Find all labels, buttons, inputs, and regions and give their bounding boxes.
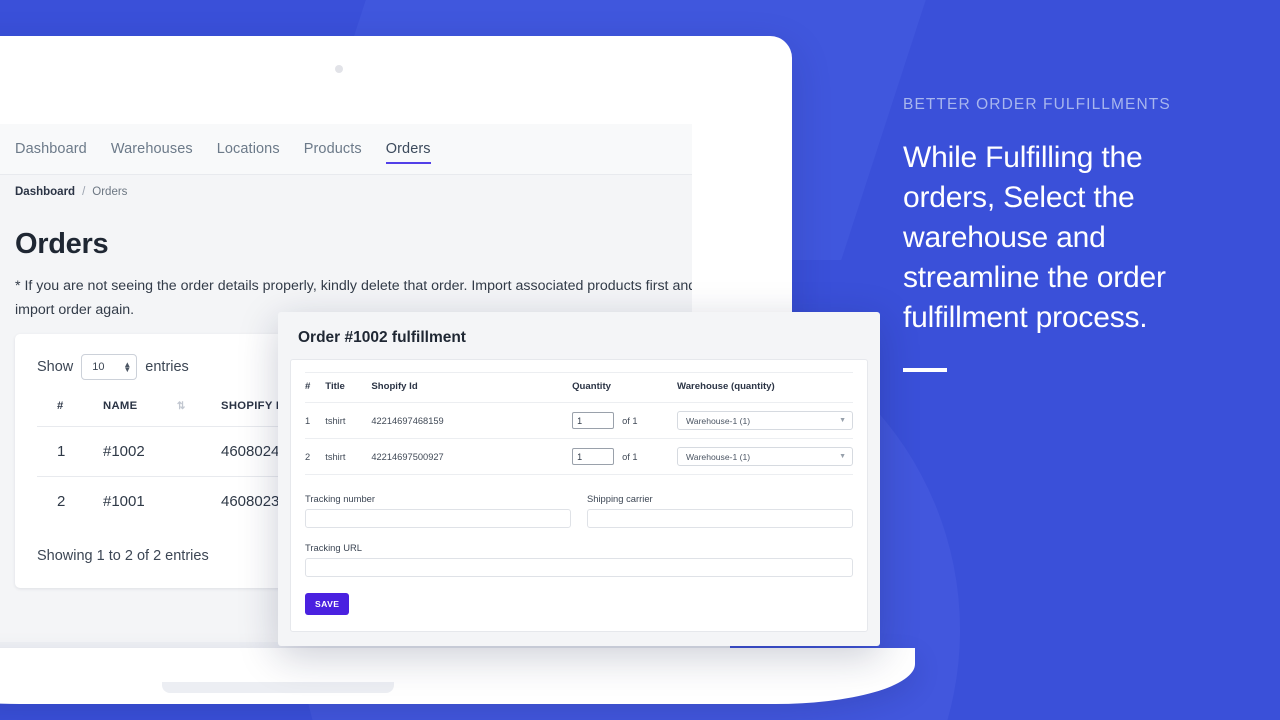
tracking-number-input[interactable] [305,509,571,528]
nav-item-products[interactable]: Products [304,124,362,174]
item-index: 2 [305,438,326,475]
promo-panel: BETTER ORDER FULFILLMENTS While Fulfilli… [903,96,1233,372]
quantity-input[interactable]: 1 [572,412,615,429]
warehouse-select[interactable]: Warehouse-1 (1) ▼ [677,447,853,466]
laptop-base [0,648,915,704]
fulfillment-column-index: # [305,372,326,403]
warehouse-select-value: Warehouse-1 (1) [686,451,751,462]
item-warehouse-cell: Warehouse-1 (1) ▼ [677,438,853,475]
fulfillment-column-warehouse: Warehouse (quantity) [677,372,853,403]
breadcrumb: Dashboard / Orders [15,186,127,198]
item-shopify-id: 42214697468159 [371,402,573,439]
item-shopify-id: 42214697500927 [371,438,573,475]
fulfillment-column-quantity: Quantity [572,372,677,403]
item-title: tshirt [325,402,372,439]
chevron-down-icon: ▼ [839,453,846,460]
item-warehouse-cell: Warehouse-1 (1) ▼ [677,402,853,439]
cell-name: #1002 [103,426,221,477]
nav-item-locations[interactable]: Locations [217,124,280,174]
promo-eyebrow: BETTER ORDER FULFILLMENTS [903,96,1171,113]
nav-item-warehouses[interactable]: Warehouses [111,124,193,174]
browser-chrome-area [0,88,692,124]
chevron-updown-icon: ▲ ▼ [123,360,132,374]
cell-index: 1 [37,426,103,477]
column-header-name-label: NAME [103,400,138,412]
fulfillment-item-row: 2 tshirt 42214697500927 1 of 1 Warehouse… [305,438,853,475]
laptop-trackpad-notch [162,682,394,693]
quantity-of-label: of 1 [622,451,638,462]
modal-body: # Title Shopify Id Quantity Warehouse (q… [290,359,868,632]
fulfillment-header-row: # Title Shopify Id Quantity Warehouse (q… [305,372,853,403]
warehouse-select-value: Warehouse-1 (1) [686,415,751,426]
modal-title: Order #1002 fulfillment [298,329,466,346]
tracking-url-group: Tracking URL [305,542,853,577]
shipping-carrier-input[interactable] [587,509,853,528]
fulfillment-modal: Order #1002 fulfillment # Title Shopify … [278,312,880,646]
show-label: Show [37,359,74,375]
app-navbar: Dashboard Warehouses Locations Products … [0,124,692,175]
item-title: tshirt [325,438,372,475]
fulfillment-column-shopify-id: Shopify Id [371,372,573,403]
tracking-url-input[interactable] [305,558,853,577]
tracking-number-group: Tracking number [305,493,571,528]
nav-item-dashboard[interactable]: Dashboard [15,124,87,174]
page-size-value: 10 [92,361,105,373]
quantity-of-label: of 1 [622,415,638,426]
breadcrumb-home-link[interactable]: Dashboard [15,186,75,198]
item-quantity-cell: 1 of 1 [572,402,677,439]
promo-headline: While Fulfilling the orders, Select the … [903,141,1166,334]
fulfillment-column-title: Title [325,372,372,403]
fulfillment-items-table: # Title Shopify Id Quantity Warehouse (q… [305,372,853,475]
cell-name: #1001 [103,476,221,526]
tracking-url-label: Tracking URL [305,542,362,553]
item-index: 1 [305,402,326,439]
webcam-icon [335,65,343,73]
nav-item-orders[interactable]: Orders [385,124,431,174]
tracking-fields-row: Tracking number Shipping carrier [305,493,853,528]
sort-arrows-icon[interactable]: ⇅ [177,401,186,412]
promo-accent-rule [903,368,947,372]
tracking-number-label: Tracking number [305,493,375,504]
quantity-input[interactable]: 1 [572,448,615,465]
shipping-carrier-group: Shipping carrier [587,493,853,528]
page-title: Orders [15,228,109,260]
page-size-select[interactable]: 10 ▲ ▼ [81,354,138,380]
item-quantity-cell: 1 of 1 [572,438,677,475]
column-header-index: # [57,400,64,412]
save-button[interactable]: SAVE [305,593,350,615]
shipping-carrier-label: Shipping carrier [587,493,653,504]
chevron-down-icon: ▼ [839,417,846,424]
breadcrumb-separator: / [82,186,86,198]
fulfillment-item-row: 1 tshirt 42214697468159 1 of 1 Warehouse… [305,402,853,439]
entries-label: entries [145,359,189,375]
breadcrumb-current: Orders [92,186,128,198]
cell-index: 2 [37,476,103,526]
column-header-name[interactable]: NAME ⇅ [103,400,221,427]
warehouse-select[interactable]: Warehouse-1 (1) ▼ [677,411,853,430]
